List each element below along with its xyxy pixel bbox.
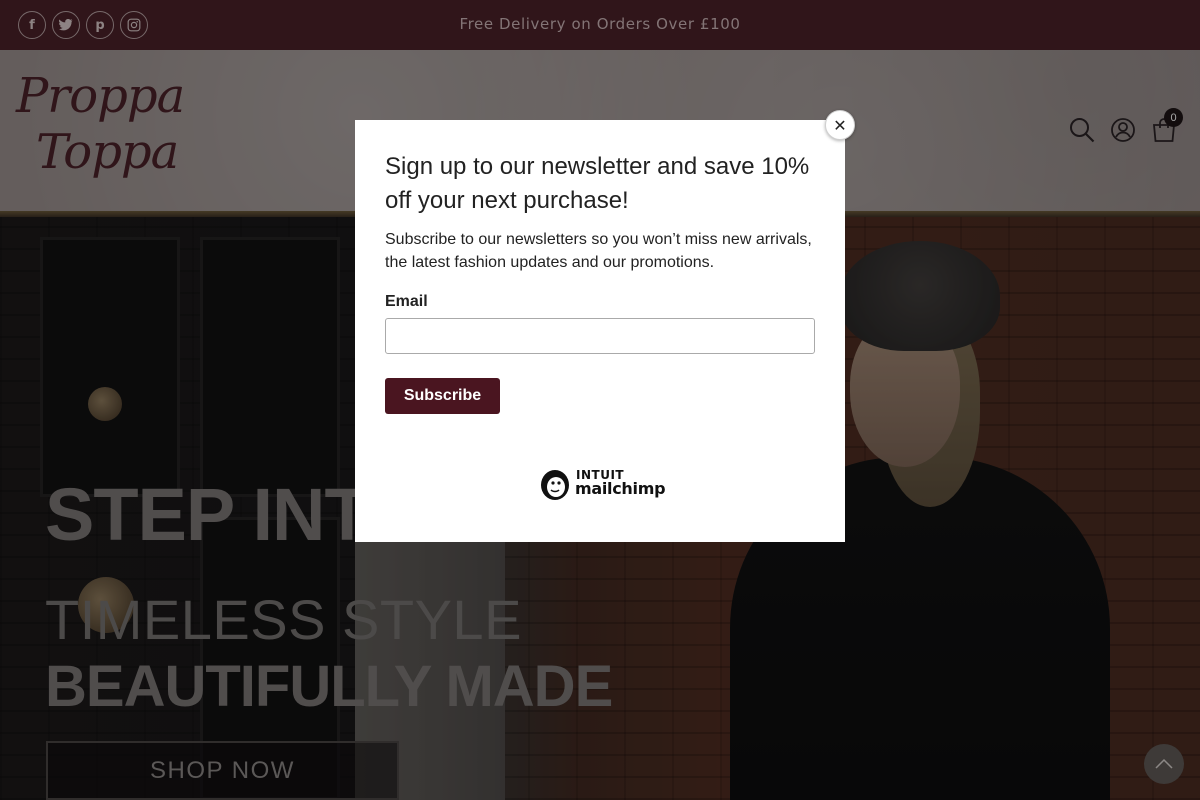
email-label: Email	[385, 293, 428, 310]
email-field[interactable]	[385, 318, 815, 354]
modal-subtitle: Subscribe to our newsletters so you won’…	[385, 231, 812, 271]
mailchimp-icon	[541, 470, 569, 500]
subscribe-button[interactable]: Subscribe	[385, 378, 500, 414]
scroll-to-top-icon[interactable]	[1144, 744, 1184, 784]
mailchimp-logo[interactable]: INTUIT mailchimp	[538, 466, 666, 502]
mailchimp-wordmark: mailchimp	[575, 479, 666, 498]
modal-title: Sign up to our newsletter and save 10% o…	[385, 153, 810, 214]
close-button[interactable]: ✕	[825, 110, 855, 140]
newsletter-modal: Sign up to our newsletter and save 10% o…	[355, 120, 845, 542]
